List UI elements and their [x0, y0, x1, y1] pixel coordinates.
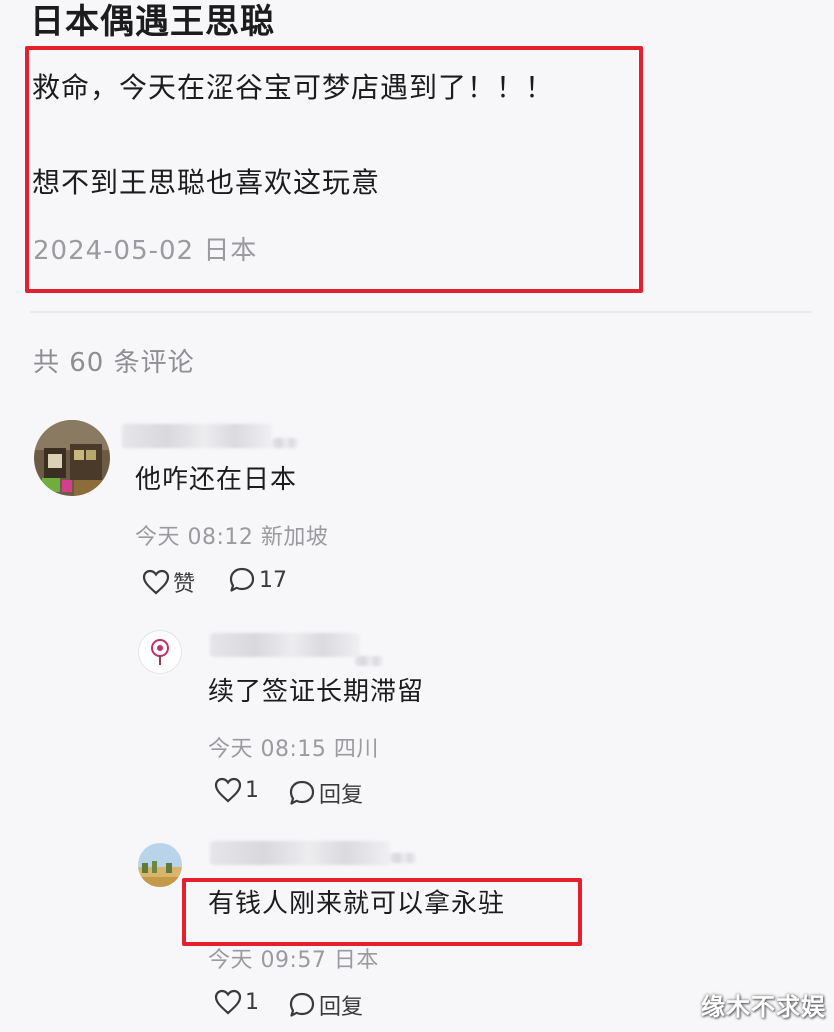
blurred-username-tail: [355, 656, 383, 666]
avatar[interactable]: [138, 630, 182, 674]
post-title: 日本偶遇王思聪: [30, 2, 275, 42]
blurred-username-tail: [390, 853, 416, 863]
like-button[interactable]: 赞: [142, 566, 195, 598]
comment-bubble-icon: [289, 780, 315, 805]
avatar-image: [138, 843, 182, 887]
comment-bubble-icon: [289, 992, 315, 1017]
post-body-line-1: 救命，今天在涩谷宝可梦店遇到了！！！: [32, 71, 555, 104]
reply-button[interactable]: 回复: [288, 989, 363, 1021]
avatar[interactable]: [138, 843, 182, 887]
comment-bubble-icon: [229, 567, 255, 592]
like-button[interactable]: 1: [214, 989, 259, 1015]
like-count: 1: [245, 989, 259, 1015]
reply-meta: 今天 08:15 四川: [208, 737, 379, 762]
reply-meta: 今天 09:57 日本: [208, 948, 379, 973]
reply-button[interactable]: 回复: [288, 777, 363, 809]
reply-text: 续了签证长期滞留: [208, 677, 425, 707]
reply-label: 回复: [319, 783, 364, 808]
reply-text: 有钱人刚来就可以拿永驻: [208, 889, 506, 919]
blurred-username-tail: [272, 438, 298, 448]
heart-icon: [142, 569, 170, 595]
reply-label: 回复: [319, 995, 364, 1020]
heart-icon: [214, 777, 242, 803]
comment-text: 他咋还在日本: [135, 465, 298, 495]
avatar[interactable]: [34, 420, 110, 496]
reply-count: 17: [259, 567, 287, 593]
divider: [30, 311, 812, 313]
comment-count: 共 60 条评论: [33, 348, 195, 378]
blurred-username[interactable]: [122, 424, 272, 448]
like-label: 赞: [173, 572, 196, 597]
post-meta: 2024-05-02 日本: [33, 236, 258, 266]
location-pin-avatar-icon: [151, 639, 169, 665]
watermark: 缘木不求娱: [701, 993, 826, 1021]
like-button[interactable]: 1: [214, 777, 259, 803]
avatar-image: [34, 420, 110, 496]
comment-meta: 今天 08:12 新加坡: [135, 525, 329, 550]
reply-count-button[interactable]: 17: [228, 566, 287, 594]
heart-icon: [214, 989, 242, 1015]
like-count: 1: [245, 777, 259, 803]
blurred-username[interactable]: [210, 633, 360, 657]
blurred-username[interactable]: [210, 841, 390, 865]
post-body-line-2: 想不到王思聪也喜欢这玩意: [32, 166, 381, 199]
